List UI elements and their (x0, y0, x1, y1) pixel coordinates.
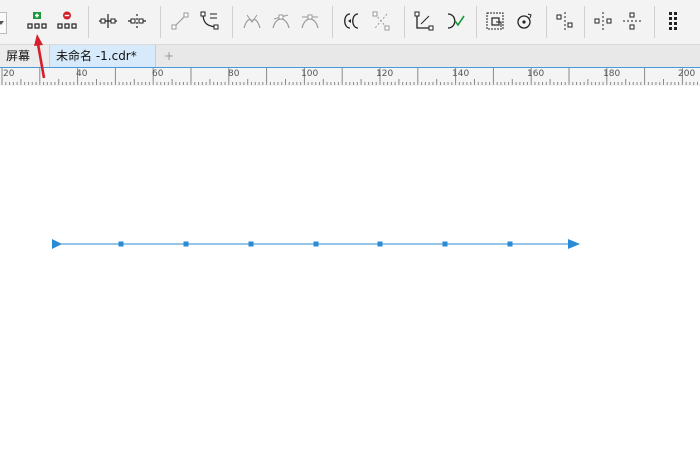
start-arrowhead (52, 239, 62, 249)
curve-node[interactable] (442, 241, 448, 247)
canvas-overlay (34, 34, 580, 249)
annotation-arrowhead (34, 34, 43, 46)
curve-node[interactable] (377, 241, 383, 247)
curve-node[interactable] (248, 241, 254, 247)
curve-node[interactable] (183, 241, 189, 247)
curve-node[interactable] (507, 241, 513, 247)
end-arrowhead (568, 239, 580, 249)
curve-node[interactable] (118, 241, 124, 247)
annotation-arrow (36, 43, 46, 79)
curve-node[interactable] (313, 241, 319, 247)
